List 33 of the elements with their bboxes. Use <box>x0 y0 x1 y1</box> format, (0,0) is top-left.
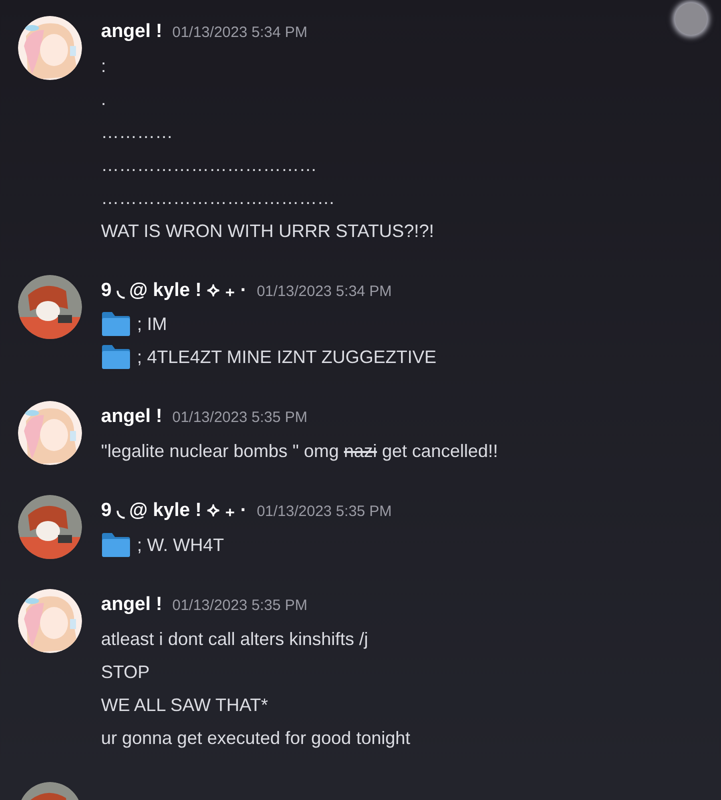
username[interactable]: 9 ◟ @ kyle ! ⟡ ₊ · <box>101 276 247 305</box>
timestamp: 01/13/2023 5:35 PM <box>172 408 308 428</box>
avatar <box>18 401 82 465</box>
username[interactable]: angel ! <box>101 591 162 620</box>
message-text: . <box>101 88 106 110</box>
avatar <box>18 495 82 559</box>
message-text: STOP <box>101 660 150 684</box>
message-text: ……………………………… <box>101 154 317 176</box>
message-text: WE ALL SAW THAT* <box>101 694 268 716</box>
message-text: atleast i dont call alters kinshifts /j <box>101 628 368 651</box>
message-text: ; 4TLE4ZT MINE IZNT ZUGGEZTIVE <box>137 346 436 369</box>
message-text: WAT IS WRON WITH URRR STATUS?!?! <box>101 220 434 242</box>
message-text: "legalite nuclear bombs " omg nazi get cancelled!! <box>101 440 498 463</box>
message-text: ; W. WH4T <box>137 534 224 556</box>
folder-icon <box>101 532 131 558</box>
message-text: : <box>101 54 106 78</box>
message-text: ; IM <box>137 313 167 336</box>
avatar <box>18 589 82 653</box>
timestamp: 01/13/2023 5:34 PM <box>256 282 392 302</box>
folder-icon <box>101 311 131 337</box>
avatar <box>18 274 82 338</box>
floating-circle-button[interactable] <box>675 3 707 35</box>
message-text: ur gonna get executed for good tonight <box>101 726 410 750</box>
folder-icon <box>101 344 131 370</box>
username[interactable]: angel ! <box>101 403 162 432</box>
message-text: ………… <box>101 120 173 144</box>
username[interactable]: 9 ◟ @ kyle ! ⟡ ₊ · <box>101 497 247 526</box>
avatar <box>18 16 82 80</box>
timestamp: 01/13/2023 5:34 PM <box>172 23 308 43</box>
timestamp: 01/13/2023 5:35 PM <box>256 502 392 522</box>
timestamp: 01/13/2023 5:35 PM <box>172 596 308 616</box>
message-text: ………………………………… <box>101 186 335 210</box>
username[interactable]: angel ! <box>101 18 162 46</box>
